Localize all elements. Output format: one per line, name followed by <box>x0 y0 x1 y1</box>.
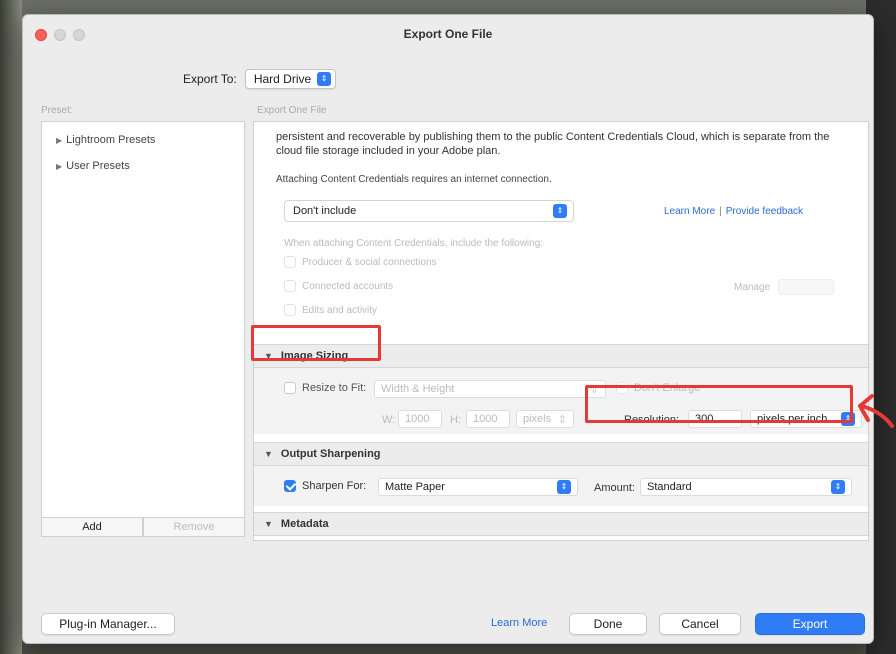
image-sizing-highlight-box <box>251 325 381 361</box>
learn-more-link[interactable]: Learn More <box>664 206 715 217</box>
preset-folder-lightroom[interactable]: ▶ Lightroom Presets <box>56 134 155 146</box>
done-button[interactable]: Done <box>569 613 647 635</box>
output-sharpening-title: Output Sharpening <box>280 448 381 460</box>
export-to-value: Hard Drive <box>253 72 312 86</box>
popup-stepper-icon: ⇕ <box>317 72 332 86</box>
amount-label: Amount: <box>594 482 635 494</box>
collapse-arrow-icon: ▼ <box>264 519 273 529</box>
preset-buttons: Add Remove <box>41 517 245 537</box>
zoom-window-button[interactable] <box>73 29 85 41</box>
producer-checkbox[interactable] <box>284 256 296 268</box>
window-controls <box>35 29 85 41</box>
help-links: Learn More | Provide feedback <box>664 206 803 217</box>
connected-accounts-option[interactable]: Connected accounts <box>284 280 393 292</box>
resize-to-fit-checkbox[interactable] <box>284 382 296 394</box>
manage-button[interactable] <box>778 279 834 295</box>
include-following-label: When attaching Content Credentials, incl… <box>284 238 544 249</box>
updown-icon: ⇕ <box>557 413 567 426</box>
presets-list: ▶ Lightroom Presets ▶ User Presets <box>41 121 245 519</box>
presets-group-label: Preset: <box>41 105 73 116</box>
content-credentials-value: Don't include <box>293 205 357 217</box>
edits-activity-option[interactable]: Edits and activity <box>284 304 377 316</box>
size-units-dropdown[interactable]: pixels ⇕ <box>516 410 574 428</box>
sharpen-for-dropdown[interactable]: Matte Paper ⇕ <box>378 478 578 496</box>
amount-dropdown[interactable]: Standard ⇕ <box>640 478 852 496</box>
height-label: H: <box>450 414 461 426</box>
remove-preset-button[interactable]: Remove <box>143 517 245 537</box>
resolution-highlight-box <box>585 385 853 423</box>
disclosure-triangle-icon[interactable]: ▶ <box>56 162 62 171</box>
resize-mode-dropdown[interactable]: Width & Height ⇕ <box>374 380 606 398</box>
width-label: W: <box>382 414 396 426</box>
popup-stepper-icon: ⇕ <box>831 480 845 494</box>
footer-learn-more-link[interactable]: Learn More <box>491 617 547 629</box>
export-to-label: Export To: <box>183 72 237 86</box>
desktop-left-strip <box>0 0 22 654</box>
minimize-window-button[interactable] <box>54 29 66 41</box>
output-sharpening-section-header[interactable]: ▼ Output Sharpening <box>254 442 868 466</box>
window-title: Export One File <box>403 27 493 41</box>
provide-feedback-link[interactable]: Provide feedback <box>726 206 803 217</box>
export-to-dropdown[interactable]: Hard Drive ⇕ <box>244 69 337 89</box>
collapse-arrow-icon: ▼ <box>264 449 273 459</box>
cancel-button[interactable]: Cancel <box>659 613 741 635</box>
export-button[interactable]: Export <box>755 613 865 635</box>
disclosure-triangle-icon[interactable]: ▶ <box>56 136 62 145</box>
link-separator: | <box>719 206 722 217</box>
height-field[interactable]: 1000 <box>466 410 510 428</box>
red-pointer-arrow-icon <box>858 394 894 428</box>
resize-to-fit-option[interactable]: Resize to Fit: <box>284 382 366 394</box>
export-to-row: Export To: Hard Drive ⇕ <box>183 69 337 89</box>
popup-stepper-icon: ⇕ <box>557 480 571 494</box>
producer-option[interactable]: Producer & social connections <box>284 256 437 268</box>
metadata-title: Metadata <box>280 518 329 530</box>
popup-stepper-icon: ⇕ <box>553 204 567 218</box>
manage-label: Manage <box>734 282 771 293</box>
connected-accounts-checkbox[interactable] <box>284 280 296 292</box>
export-dialog: Export One File Export To: Hard Drive ⇕ … <box>22 14 874 644</box>
add-preset-button[interactable]: Add <box>41 517 143 537</box>
attaching-note: Attaching Content Credentials requires a… <box>276 174 552 185</box>
title-bar: Export One File <box>23 15 873 55</box>
plugin-manager-button[interactable]: Plug-in Manager... <box>41 613 175 635</box>
panel-group-label: Export One File <box>257 105 327 116</box>
width-field[interactable]: 1000 <box>398 410 442 428</box>
content-credentials-description: persistent and recoverable by publishing… <box>276 131 830 157</box>
metadata-section-header[interactable]: ▼ Metadata <box>254 512 868 536</box>
sharpen-for-option[interactable]: Sharpen For: <box>284 480 366 492</box>
content-credentials-dropdown[interactable]: Don't include ⇕ <box>284 200 574 222</box>
sharpen-for-checkbox[interactable] <box>284 480 296 492</box>
close-window-button[interactable] <box>35 29 47 41</box>
edits-activity-checkbox[interactable] <box>284 304 296 316</box>
preset-folder-user[interactable]: ▶ User Presets <box>56 160 130 172</box>
